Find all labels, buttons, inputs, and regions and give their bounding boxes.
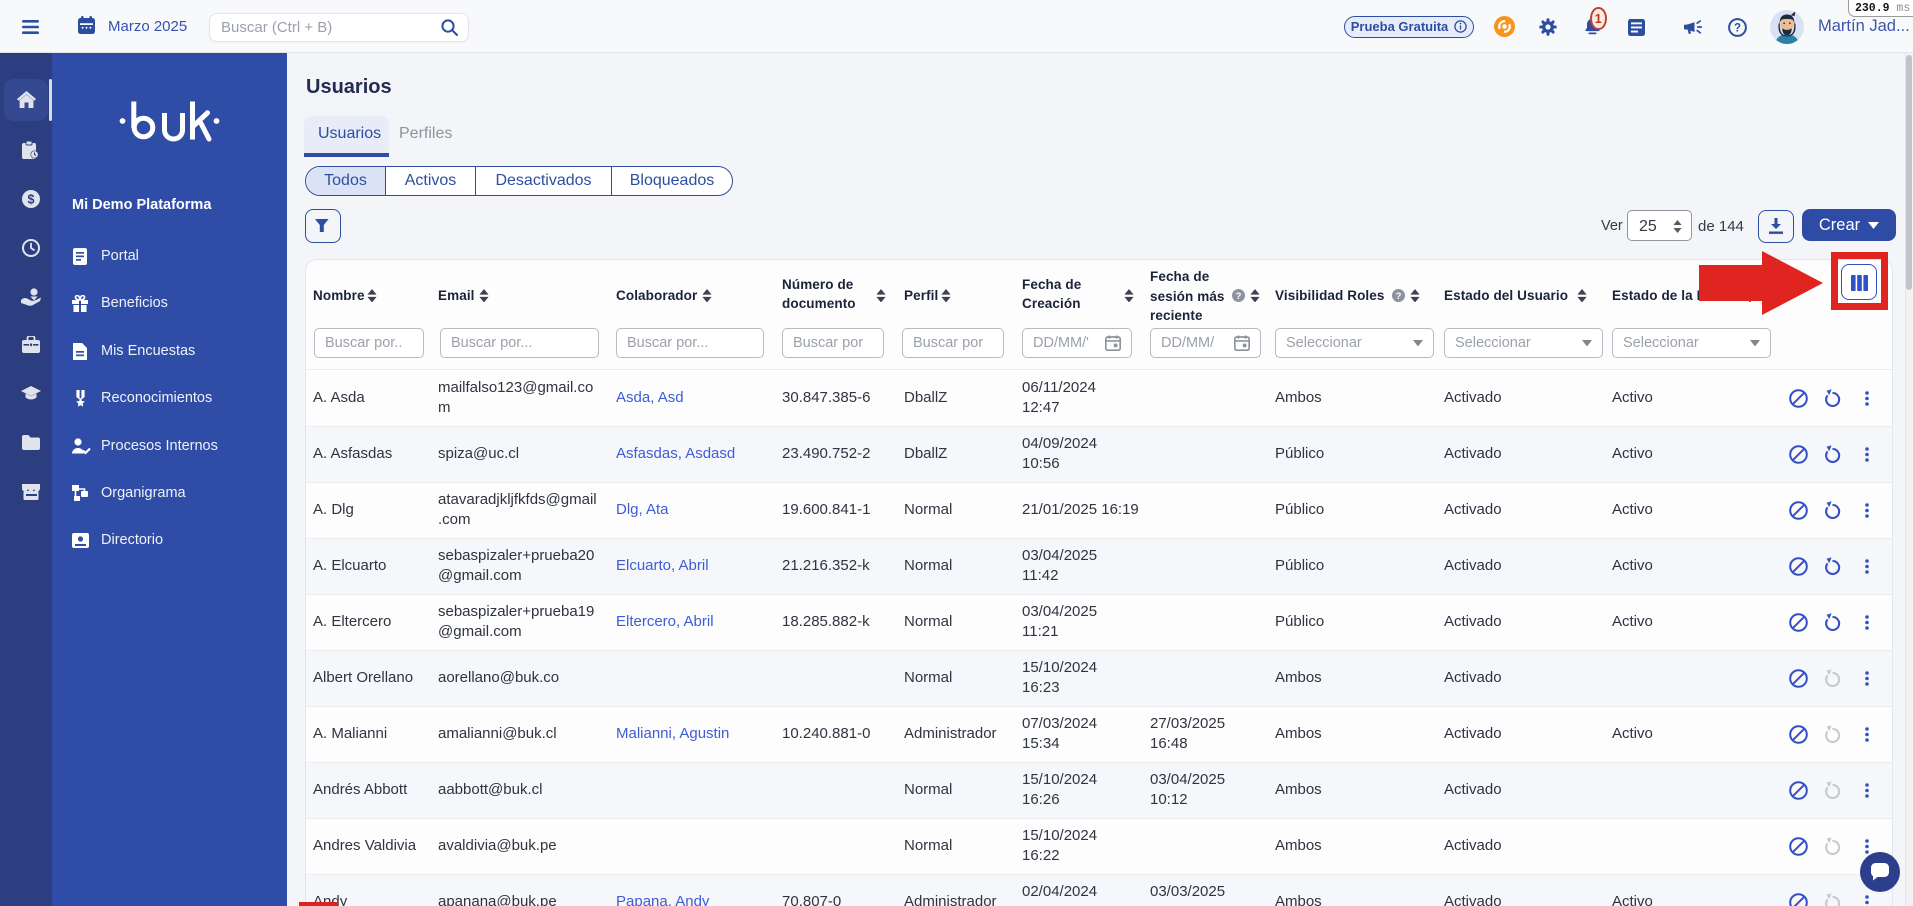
svg-text:?: ? bbox=[1236, 291, 1242, 302]
svg-text:?: ? bbox=[1396, 291, 1402, 302]
svg-text:$: $ bbox=[28, 192, 35, 206]
svg-text:?: ? bbox=[1733, 22, 1740, 34]
